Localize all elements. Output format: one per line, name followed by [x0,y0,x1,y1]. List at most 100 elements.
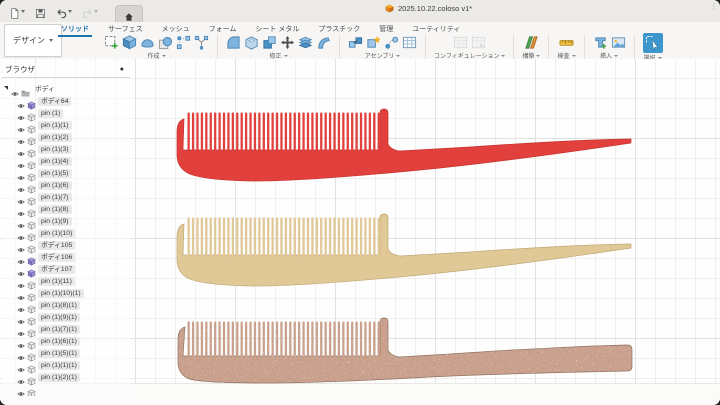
ribbon-tab-3[interactable]: フォーム [208,22,238,36]
tree-body-row[interactable]: ボディ107 [2,263,130,278]
visibility-eye-icon[interactable] [17,145,25,156]
document-tab[interactable] [115,4,143,23]
redo-button[interactable] [79,4,101,19]
new-component-icon[interactable] [366,35,381,50]
sweep-icon[interactable] [140,35,155,50]
branch-icon[interactable] [194,35,209,50]
file-menu-button[interactable] [6,4,28,19]
extrude-icon[interactable] [122,35,137,50]
visibility-eye-icon[interactable] [17,97,25,108]
ribbon: デザイン ソリッド サーフェス メッシュ フォーム シート メタル プラスチック 管理 ユーテ… [0,22,720,62]
visibility-eye-icon[interactable] [17,325,25,336]
link-icon[interactable] [348,35,363,50]
pattern-icon[interactable] [176,35,191,50]
visibility-eye-icon[interactable] [17,241,25,252]
combine-icon[interactable] [262,35,277,50]
visibility-eye-icon[interactable] [17,349,25,360]
body-icon [27,133,36,146]
workspace-selector[interactable]: デザイン [4,24,62,57]
ribbon-tabs: ソリッド サーフェス メッシュ フォーム シート メタル プラスチック 管理 ユーティリティ [58,22,461,37]
visibility-eye-icon[interactable] [17,181,25,192]
tree-body-row[interactable]: pin (1)(8)(1) [2,299,130,314]
tree-body-row[interactable]: pin (1)(9)(1) [2,311,130,326]
offset-icon[interactable] [316,35,331,50]
undo-button[interactable] [53,4,75,19]
tree-body-row[interactable] [2,383,130,396]
tree-body-row[interactable]: ボディ105 [2,239,130,254]
visibility-eye-icon[interactable] [17,229,25,240]
visibility-eye-icon[interactable] [17,277,25,288]
tree-body-row[interactable]: pin (1)(5) [2,167,130,182]
visibility-eye-icon[interactable] [11,85,19,96]
visibility-eye-icon[interactable] [17,169,25,180]
visibility-eye-icon[interactable] [17,253,25,264]
visibility-eye-icon[interactable] [17,313,25,324]
config-insert-icon[interactable] [471,35,486,50]
visibility-eye-icon[interactable] [17,373,25,384]
shell-icon[interactable] [244,35,259,50]
tree-body-row[interactable]: pin (1)(7)(1) [2,323,130,338]
tree-body-row[interactable]: pin (1)(1)(1) [2,359,130,374]
tree-body-row[interactable]: pin (1)(2) [2,131,130,146]
bom-icon[interactable] [402,35,417,50]
tree-body-row[interactable]: ボディ106 [2,251,130,266]
tree-body-row[interactable]: pin (1)(6) [2,179,130,194]
config-table-icon[interactable] [453,35,468,50]
visibility-eye-icon[interactable] [17,265,25,276]
tree-body-row[interactable]: pin (1)(10)(1) [2,287,130,302]
visibility-eye-icon[interactable] [17,361,25,372]
visibility-eye-icon[interactable] [17,193,25,204]
tree-body-row[interactable]: ボディ64 [2,95,130,110]
tree-body-row[interactable]: pin (1)(11) [2,275,130,290]
tree-body-row[interactable]: pin (1)(6)(1) [2,335,130,350]
image-icon[interactable] [611,35,626,50]
redo-icon [82,6,93,18]
ribbon-tab-2[interactable]: メッシュ [161,22,191,36]
split-icon[interactable] [298,35,313,50]
tree-body-row[interactable]: pin (1)(4) [2,155,130,170]
tree-item-label: pin (1)(8)(1) [38,300,80,310]
visibility-eye-icon[interactable] [17,121,25,132]
ribbon-tab-7[interactable]: ユーティリティ [411,22,461,36]
sketch-icon[interactable] [104,35,119,50]
visibility-eye-icon[interactable] [17,109,25,120]
visibility-eye-icon[interactable] [17,217,25,228]
visibility-eye-icon[interactable] [17,301,25,312]
fillet-icon[interactable] [226,35,241,50]
sphere-icon[interactable] [158,35,173,50]
ribbon-tab-6[interactable]: 管理 [378,22,394,36]
overflow-menu-icon[interactable]: ⋮ [710,3,718,11]
ribbon-tab-5[interactable]: プラスチック [317,22,361,36]
canvas-icon[interactable] [593,35,608,50]
tree-body-row[interactable]: pin (1)(9) [2,215,130,230]
measure-icon[interactable] [559,35,574,50]
tree-body-row[interactable]: pin (1)(5)(1) [2,347,130,362]
ribbon-tab-1[interactable]: サーフェス [107,22,144,36]
tree-body-row[interactable]: pin (1)(1) [2,119,130,134]
ribbon-group-7: 選択 [635,32,671,62]
tree-body-row[interactable]: pin (1)(2)(1) [2,371,130,386]
planes-icon[interactable] [524,35,539,50]
visibility-eye-icon[interactable] [17,157,25,168]
visibility-eye-icon[interactable] [17,385,25,396]
panel-options-icon[interactable]: ● [120,66,124,73]
tree-body-row[interactable]: pin (1)(3) [2,143,130,158]
visibility-eye-icon[interactable] [17,289,25,300]
visibility-eye-icon[interactable] [17,205,25,216]
expand-caret-icon[interactable] [4,86,8,90]
tree-body-row[interactable]: pin (1)(7) [2,191,130,206]
visibility-eye-icon[interactable] [17,337,25,348]
joint-icon[interactable] [384,35,399,50]
save-button[interactable] [32,4,49,19]
ribbon-group-2: アセンブリ [340,35,426,60]
ribbon-tab-4[interactable]: シート メタル [254,22,300,36]
tree-item-label: pin (1)(11) [38,276,75,286]
ribbon-tab-0[interactable]: ソリッド [58,22,92,37]
tree-body-row[interactable]: pin (1) [2,107,130,122]
tree-folder-row[interactable]: ボディ [2,83,130,96]
move-icon[interactable] [280,35,295,50]
select-icon[interactable] [642,32,663,53]
visibility-eye-icon[interactable] [17,133,25,144]
tree-body-row[interactable]: pin (1)(8) [2,203,130,218]
tree-body-row[interactable]: pin (1)(10) [2,227,130,242]
